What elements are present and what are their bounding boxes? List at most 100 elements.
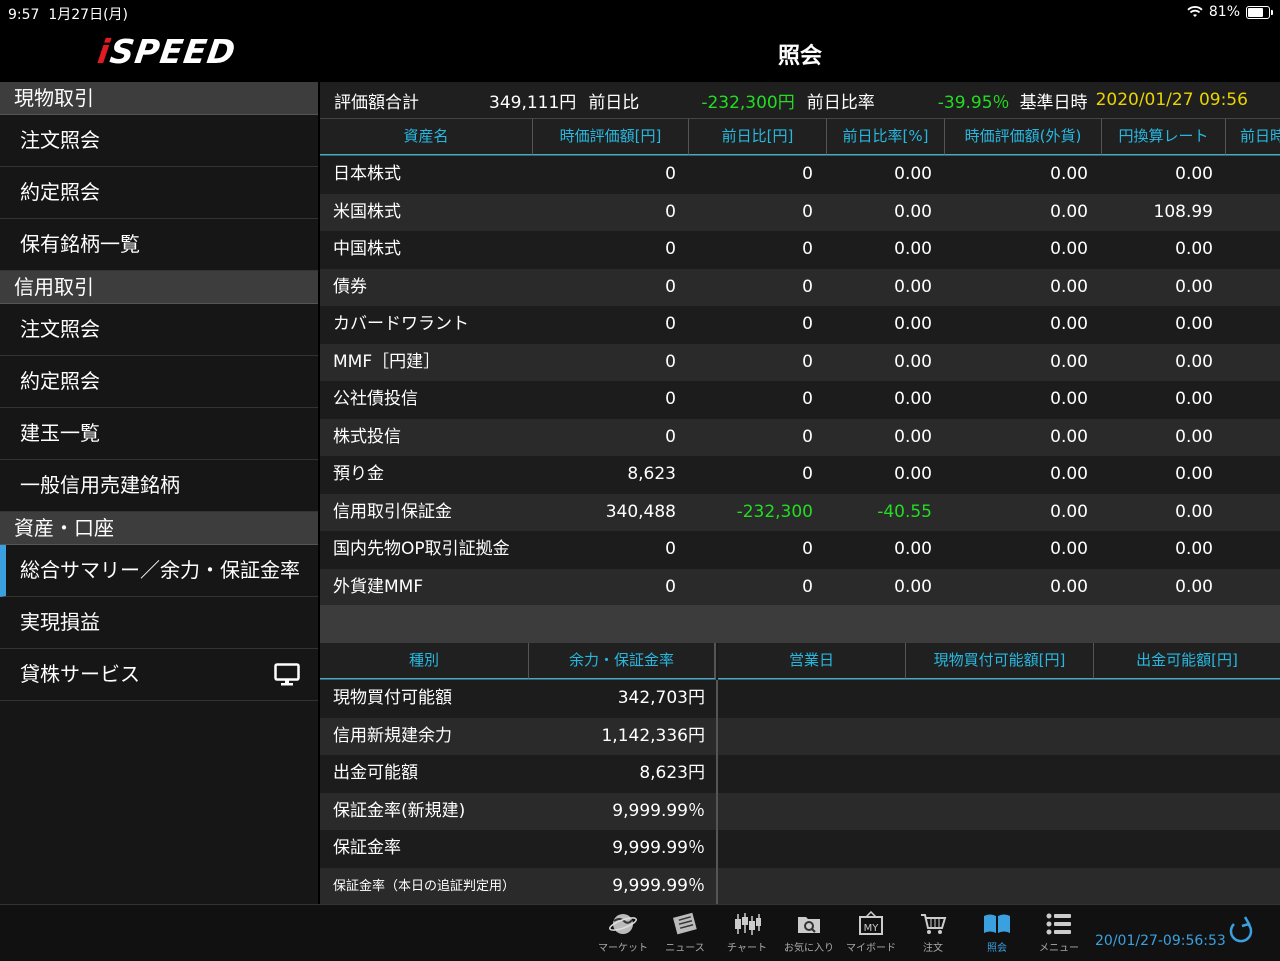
- cell-asset-name: カバードワラント: [333, 314, 469, 334]
- cell-foreign-value: 0.00: [1050, 201, 1088, 222]
- cell-change: 0: [802, 164, 813, 184]
- tab-myboard[interactable]: MY マイボード: [841, 911, 901, 954]
- status-right: 81%: [1187, 4, 1273, 20]
- list-icon: [1046, 913, 1071, 935]
- monitor-icon: [274, 663, 300, 686]
- cell-foreign-value: 0.00: [1050, 501, 1088, 522]
- table-row: 米国株式 0 0 0.00 0.00 108.99: [320, 193, 1280, 231]
- col-market-value: 時価評価額[円]: [533, 119, 689, 155]
- refresh-icon[interactable]: [1226, 915, 1256, 947]
- cell-change: 0: [802, 426, 813, 447]
- sidebar: 現物取引 注文照会 約定照会 保有銘柄一覧 信用取引 注文照会 約定照会 建玉一…: [0, 82, 318, 904]
- battery-icon: [1246, 5, 1273, 19]
- cell-change-rate: -40.55: [877, 501, 932, 522]
- cell-change: 0: [802, 239, 813, 259]
- cell-asset-name: 日本株式: [333, 164, 401, 184]
- cell-change: 0: [802, 314, 813, 334]
- change-label: 前日比: [588, 92, 640, 113]
- sidebar-item-spot-executions[interactable]: 約定照会: [0, 167, 318, 219]
- sidebar-item-realized-pl[interactable]: 実現損益: [0, 597, 318, 649]
- sidebar-item-positions[interactable]: 建玉一覧: [0, 408, 318, 460]
- cell-asset-name: MMF［円建］: [333, 351, 441, 372]
- col-margin-value: 余力・保証金率: [529, 643, 716, 679]
- cell-fx-rate: 0.00: [1175, 501, 1213, 522]
- cell-change-rate: 0.00: [894, 276, 932, 297]
- cart-icon: [921, 914, 947, 934]
- table-row: 出金可能額 8,623円: [320, 755, 1280, 793]
- col-change-rate: 前日比率[%]: [827, 119, 945, 155]
- cell-fx-rate: 0.00: [1175, 426, 1213, 447]
- cell-market-value: 0: [665, 314, 676, 334]
- folder-search-icon: [798, 917, 820, 933]
- base-time-value: 2020/01/27 09:56: [1095, 90, 1248, 110]
- base-time-label: 基準日時: [1019, 92, 1088, 113]
- col-prev-time: 前日時: [1226, 119, 1280, 155]
- table-row: 信用新規建余力 1,142,336円: [320, 717, 1280, 755]
- table-row: 債券 0 0 0.00 0.00 0.00: [320, 268, 1280, 306]
- cell-foreign-value: 0.00: [1050, 389, 1088, 409]
- cell-margin-value: 8,623円: [639, 763, 705, 783]
- candlestick-icon: [735, 913, 761, 935]
- cell-change: 0: [802, 201, 813, 222]
- col-business-day: 営業日: [718, 643, 906, 679]
- cell-market-value: 0: [665, 164, 676, 184]
- change-value: -232,300円: [701, 92, 795, 113]
- table-row: 保証金率（本日の追証判定用） 9,999.99％: [320, 867, 1280, 905]
- svg-text:MY: MY: [864, 923, 880, 934]
- cell-margin-value: 9,999.99％: [612, 800, 705, 821]
- cell-change: 0: [802, 389, 813, 409]
- table-row: 現物買付可能額 342,703円: [320, 680, 1280, 718]
- cell-change-rate: 0.00: [894, 164, 932, 184]
- tab-order[interactable]: 注文: [903, 911, 963, 954]
- cell-fx-rate: 0.00: [1175, 351, 1213, 372]
- col-type: 種別: [320, 643, 529, 679]
- sidebar-section-margin: 信用取引: [0, 271, 318, 304]
- valuation-label: 評価額合計: [334, 92, 419, 113]
- cell-market-value: 8,623: [627, 464, 676, 484]
- cell-foreign-value: 0.00: [1050, 539, 1088, 559]
- cell-market-value: 0: [665, 576, 676, 597]
- change-rate-value: -39.95％: [937, 92, 1010, 113]
- col-change: 前日比[円]: [689, 119, 827, 155]
- tab-inquiry[interactable]: 照会: [967, 911, 1027, 954]
- table-row: 保証金率(新規建) 9,999.99％: [320, 792, 1280, 830]
- wifi-icon: [1187, 6, 1203, 17]
- cell-fx-rate: 0.00: [1175, 276, 1213, 297]
- newspaper-icon: [673, 912, 697, 935]
- cell-asset-name: 信用取引保証金: [333, 501, 452, 522]
- col-buying-power: 現物買付可能額[円]: [906, 643, 1094, 679]
- tab-menu[interactable]: メニュー: [1029, 911, 1089, 954]
- cell-foreign-value: 0.00: [1050, 314, 1088, 334]
- bottom-tab-bar: マーケット ニュース チャート お気に入り MY マイボード 注文 照会 メニュ…: [0, 904, 1280, 961]
- cell-market-value: 0: [665, 201, 676, 222]
- sidebar-item-holdings[interactable]: 保有銘柄一覧: [0, 219, 318, 271]
- valuation-value: 349,111円: [489, 92, 577, 113]
- sidebar-item-general-short[interactable]: 一般信用売建銘柄: [0, 460, 318, 512]
- tab-favorites[interactable]: お気に入り: [779, 911, 839, 954]
- sidebar-item-spot-orders[interactable]: 注文照会: [0, 115, 318, 167]
- tab-chart[interactable]: チャート: [717, 911, 777, 954]
- table-row: 保証金率 9,999.99％: [320, 830, 1280, 868]
- tab-market[interactable]: マーケット: [593, 911, 653, 954]
- cell-change-rate: 0.00: [894, 539, 932, 559]
- sidebar-item-stock-lending[interactable]: 貸株サービス: [0, 649, 318, 701]
- col-foreign-value: 時価評価額(外貨): [945, 119, 1102, 155]
- tab-news[interactable]: ニュース: [655, 911, 715, 954]
- cell-foreign-value: 0.00: [1050, 464, 1088, 484]
- sidebar-item-margin-executions[interactable]: 約定照会: [0, 356, 318, 408]
- table-row: 日本株式 0 0 0.00 0.00 0.00: [320, 156, 1280, 194]
- app-header: iSPEED 照会: [0, 26, 1280, 81]
- cell-fx-rate: 108.99: [1153, 201, 1213, 222]
- cell-foreign-value: 0.00: [1050, 164, 1088, 184]
- col-asset-name: 資産名: [320, 119, 533, 155]
- sidebar-item-summary[interactable]: 総合サマリー／余力・保証金率: [0, 545, 318, 597]
- cell-asset-name: 中国株式: [333, 239, 401, 259]
- cell-foreign-value: 0.00: [1050, 576, 1088, 597]
- cell-asset-name: 債券: [333, 276, 367, 297]
- cell-change-rate: 0.00: [894, 464, 932, 484]
- sidebar-item-margin-orders[interactable]: 注文照会: [0, 304, 318, 356]
- cell-market-value: 0: [665, 351, 676, 372]
- book-icon: [984, 914, 1010, 933]
- cell-market-value: 0: [665, 239, 676, 259]
- cell-change: 0: [802, 539, 813, 559]
